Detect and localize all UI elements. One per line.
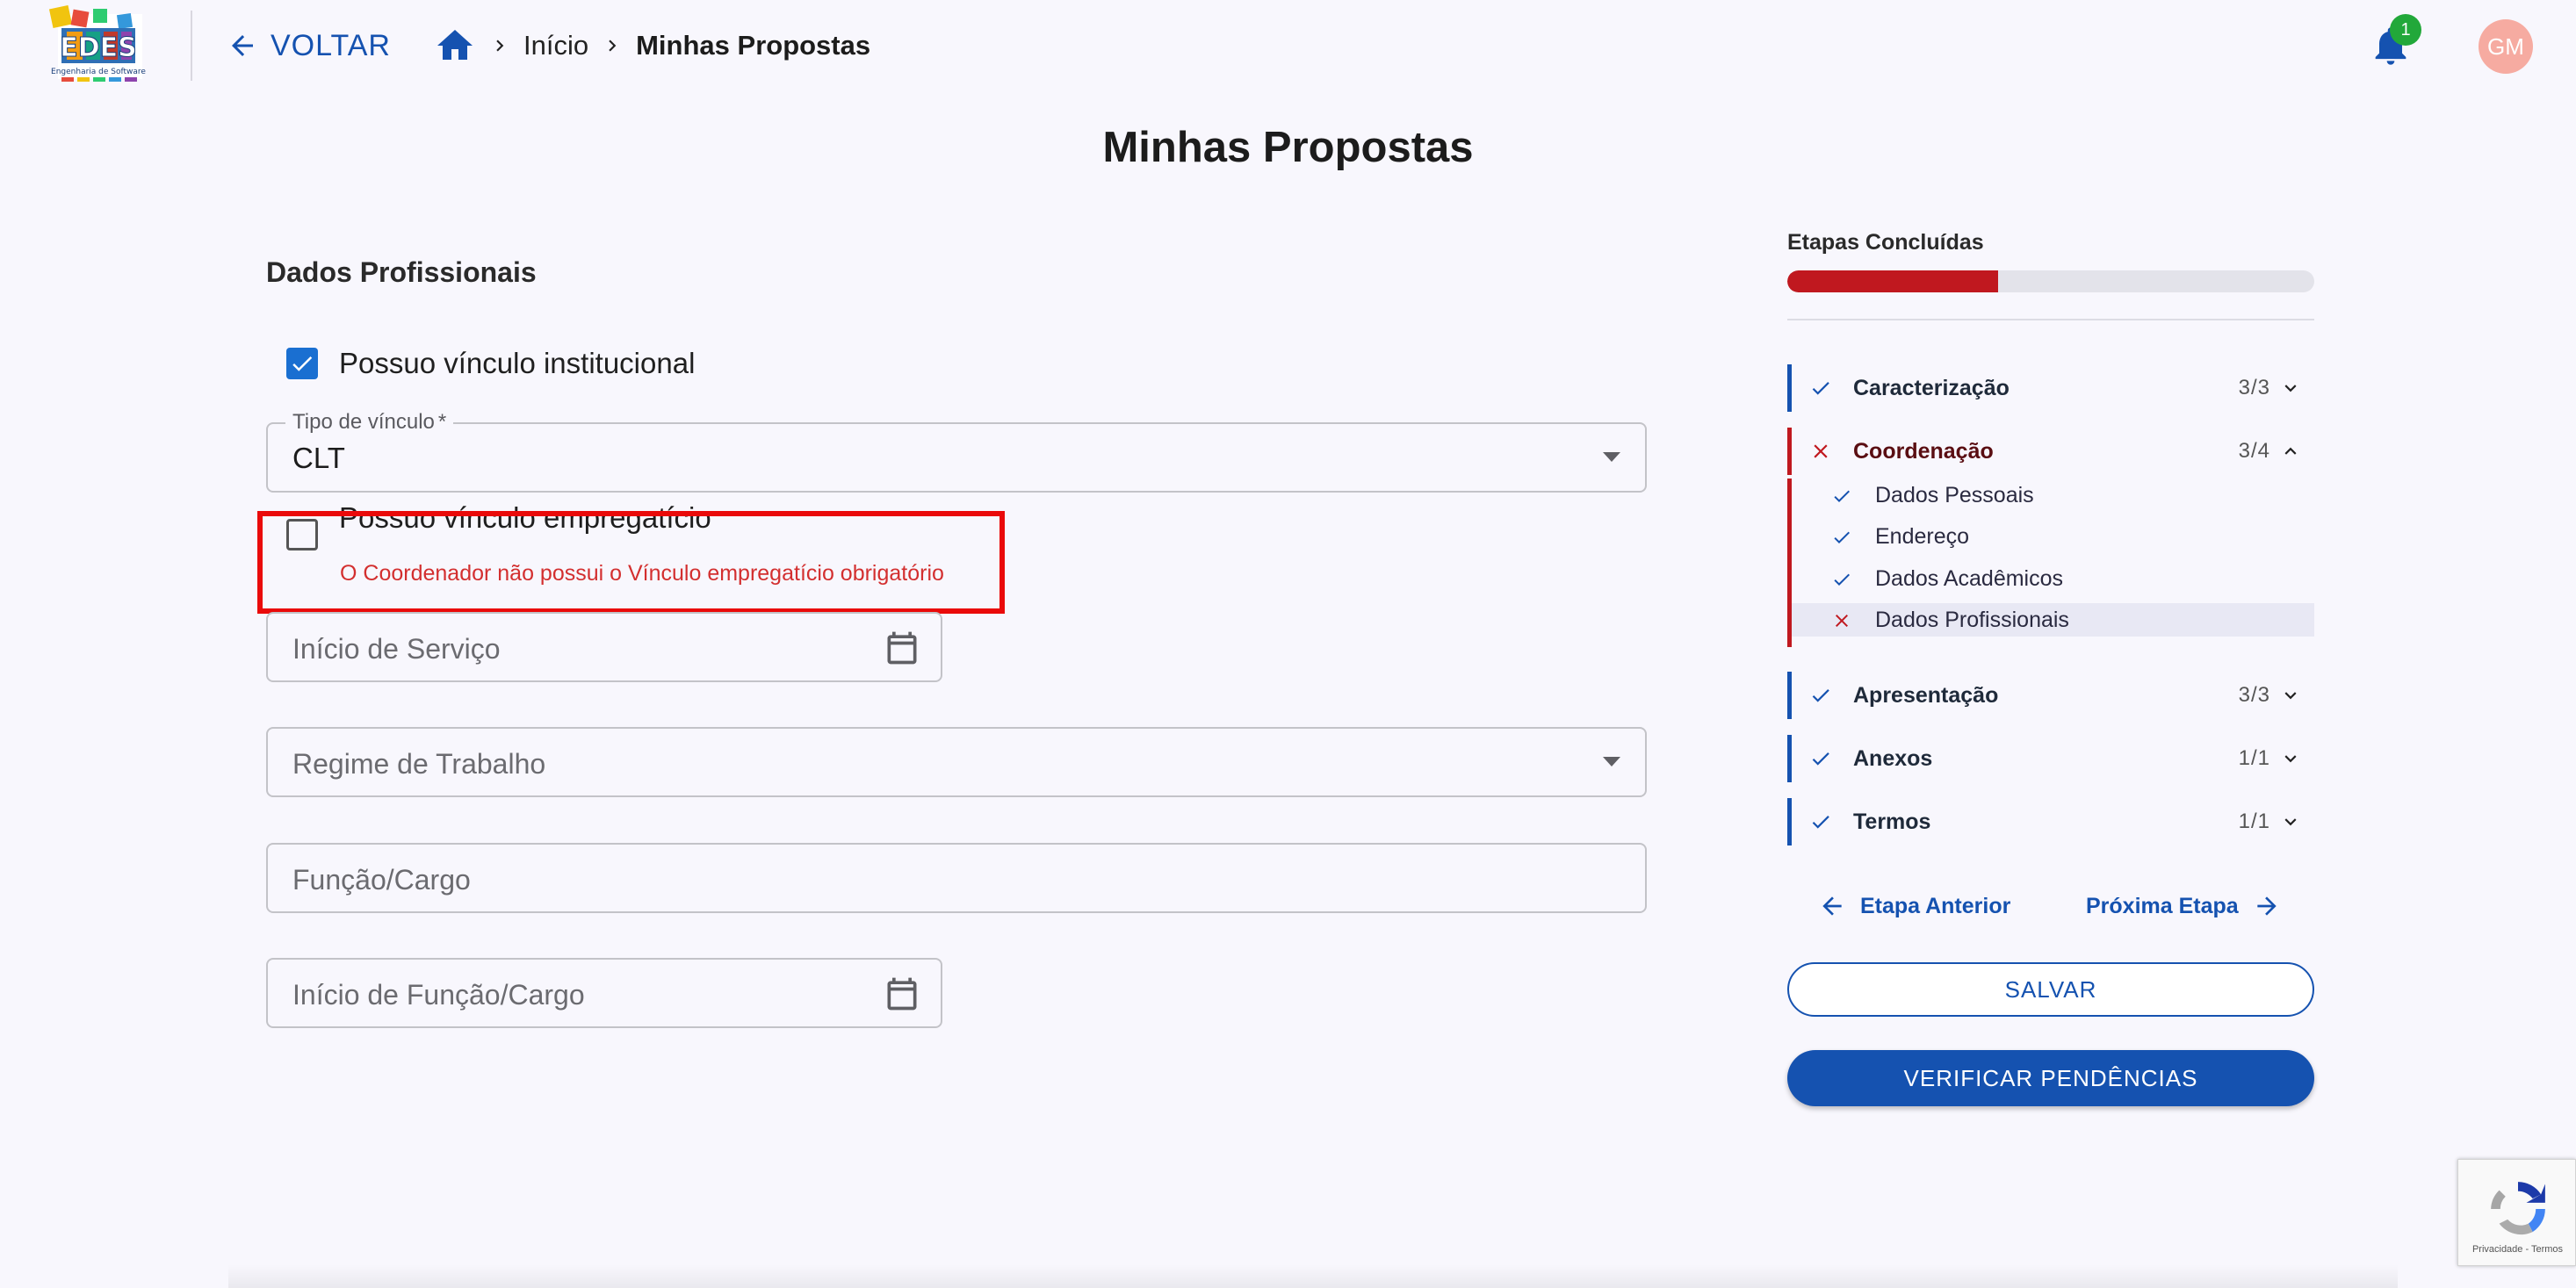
- step-termos[interactable]: Termos 1/1: [1787, 798, 2314, 845]
- step-label: Termos: [1853, 809, 1931, 834]
- chevron-right-icon: [609, 40, 617, 52]
- substep-label: Endereço: [1875, 523, 1970, 549]
- step-apresentacao[interactable]: Apresentação 3/3: [1787, 672, 2314, 719]
- steps-progress-title: Etapas Concluídas: [1787, 230, 1984, 255]
- breadcrumb-item-current: Minhas Propostas: [636, 30, 871, 61]
- previous-step-button[interactable]: Etapa Anterior: [1818, 889, 2010, 924]
- check-icon: [1834, 531, 1850, 543]
- user-avatar[interactable]: GM: [2479, 19, 2533, 74]
- regime-trabalho-select[interactable]: Regime de Trabalho: [266, 727, 1647, 797]
- check-icon: [292, 356, 313, 371]
- back-label: VOLTAR: [271, 28, 391, 62]
- check-icon: [1834, 490, 1850, 502]
- step-label: Anexos: [1853, 745, 1933, 771]
- edes-logo[interactable]: EDES Engenharia de Software: [46, 5, 148, 86]
- steps-progress-fill: [1787, 270, 1998, 292]
- inicio-funcao-placeholder: Início de Função/Cargo: [292, 979, 585, 1011]
- breadcrumb-item-inicio[interactable]: Início: [523, 30, 588, 61]
- recaptcha-badge[interactable]: Privacidade - Termos: [2457, 1159, 2576, 1266]
- chevron-right-icon: [496, 40, 504, 52]
- home-icon[interactable]: [434, 25, 476, 67]
- calendar-icon[interactable]: [883, 629, 921, 667]
- funcao-cargo-placeholder: Função/Cargo: [292, 864, 471, 896]
- bottom-shadow: [228, 1264, 2398, 1288]
- step-label: Apresentação: [1853, 682, 1999, 708]
- step-coordenacao[interactable]: Coordenação 3/4: [1787, 428, 2314, 475]
- step-count: 1/1: [2238, 809, 2270, 833]
- substep-dados-academicos[interactable]: Dados Acadêmicos: [1792, 562, 2314, 595]
- recaptcha-links[interactable]: Privacidade - Termos: [2458, 1244, 2576, 1255]
- dropdown-arrow-icon: [1603, 757, 1620, 766]
- chevron-up-icon[interactable]: [2279, 440, 2302, 463]
- logo-subtext: Engenharia de Software: [51, 68, 146, 76]
- check-icon: [1812, 382, 1829, 395]
- dropdown-arrow-icon: [1603, 452, 1620, 462]
- panel-divider: [1787, 319, 2314, 320]
- check-icon: [1834, 573, 1850, 586]
- substep-label: Dados Acadêmicos: [1875, 565, 2064, 591]
- verify-pending-button[interactable]: VERIFICAR PENDÊNCIAS: [1787, 1050, 2314, 1106]
- funcao-cargo-input[interactable]: Função/Cargo: [266, 843, 1647, 913]
- regime-trabalho-placeholder: Regime de Trabalho: [292, 748, 546, 780]
- chevron-down-icon[interactable]: [2279, 747, 2302, 770]
- steps-progress-bar: [1787, 270, 2314, 292]
- substep-dados-pessoais[interactable]: Dados Pessoais: [1792, 479, 2314, 512]
- next-step-button[interactable]: Próxima Etapa: [2086, 889, 2281, 924]
- arrow-left-icon: [1822, 896, 1842, 916]
- step-count: 3/3: [2238, 376, 2270, 399]
- check-icon: [1812, 816, 1829, 829]
- coordenacao-substeps: Dados Pessoais Endereço Dados Acadêmicos…: [1787, 479, 2314, 647]
- close-icon: [1836, 615, 1848, 627]
- tipo-vinculo-label: Tipo de vínculo *: [285, 410, 454, 435]
- step-label: Coordenação: [1853, 438, 1994, 464]
- logo-lettering: EDES: [60, 32, 137, 63]
- step-count: 1/1: [2238, 746, 2270, 770]
- step-anexos[interactable]: Anexos 1/1: [1787, 735, 2314, 782]
- step-count: 3/4: [2238, 439, 2270, 463]
- close-icon: [1814, 444, 1828, 458]
- breadcrumb: Início Minhas Propostas: [434, 21, 870, 70]
- save-button[interactable]: SALVAR: [1787, 962, 2314, 1017]
- app-header: EDES Engenharia de Software VOLTAR Iníci…: [0, 0, 2576, 91]
- recaptcha-icon: [2491, 1182, 2545, 1235]
- step-caracterizacao[interactable]: Caracterização 3/3: [1787, 364, 2314, 412]
- next-step-label: Próxima Etapa: [2086, 893, 2239, 918]
- chevron-down-icon[interactable]: [2279, 810, 2302, 833]
- inicio-servico-placeholder: Início de Serviço: [292, 633, 501, 665]
- chevron-down-icon[interactable]: [2279, 684, 2302, 707]
- substep-dados-profissionais[interactable]: Dados Profissionais: [1792, 603, 2314, 637]
- calendar-icon[interactable]: [883, 975, 921, 1013]
- chevron-down-icon[interactable]: [2279, 377, 2302, 399]
- previous-step-label: Etapa Anterior: [1860, 893, 2011, 918]
- institutional-checkbox[interactable]: [286, 348, 318, 379]
- substep-label: Dados Pessoais: [1875, 482, 2034, 507]
- tipo-vinculo-value: CLT: [292, 442, 345, 474]
- tipo-vinculo-select[interactable]: Tipo de vínculo * CLT: [266, 410, 1647, 493]
- section-title: Dados Profissionais: [266, 256, 537, 288]
- institutional-checkbox-row[interactable]: Possuo vínculo institucional: [286, 347, 695, 380]
- error-highlight-box: [257, 511, 1005, 614]
- substep-label: Dados Profissionais: [1875, 607, 2069, 632]
- step-count: 3/3: [2238, 683, 2270, 707]
- check-icon: [1812, 752, 1829, 766]
- arrow-right-icon: [2257, 896, 2277, 916]
- page-title: Minhas Propostas: [1102, 124, 1474, 171]
- substep-endereco[interactable]: Endereço: [1792, 520, 2314, 553]
- check-icon: [1812, 689, 1829, 702]
- arrow-left-icon: [232, 35, 253, 56]
- inicio-funcao-date-field[interactable]: Início de Função/Cargo: [266, 958, 942, 1028]
- inicio-servico-date-field[interactable]: Início de Serviço: [266, 612, 942, 682]
- notification-badge: 1: [2390, 14, 2421, 46]
- institutional-checkbox-label: Possuo vínculo institucional: [339, 347, 696, 379]
- back-button[interactable]: VOLTAR: [227, 21, 391, 70]
- header-divider: [191, 11, 192, 81]
- step-label: Caracterização: [1853, 375, 2010, 400]
